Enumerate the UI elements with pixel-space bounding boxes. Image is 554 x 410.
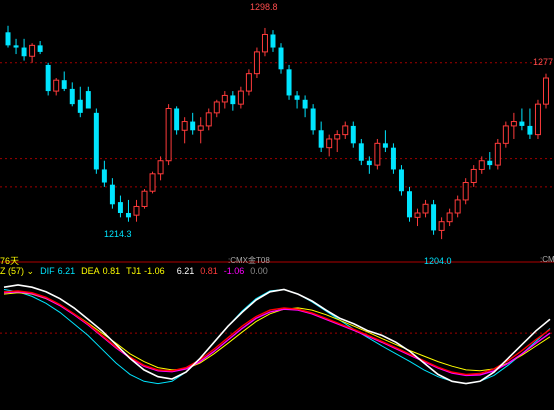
candle-body <box>125 212 131 218</box>
dea-value: 0.81 <box>102 266 121 276</box>
candle-body <box>334 134 341 140</box>
candle-body <box>519 121 525 126</box>
candle-body <box>527 125 533 135</box>
chart-svg <box>0 0 554 405</box>
candle-body <box>510 121 517 127</box>
candle-body <box>286 69 292 96</box>
candle-body <box>502 125 509 144</box>
tj1-value: -1.06 <box>144 266 165 276</box>
candle-body <box>29 44 36 57</box>
candle-body <box>77 99 83 113</box>
candle-body <box>398 169 404 192</box>
candle-body <box>174 108 180 131</box>
candle-body <box>165 107 172 162</box>
candle-body <box>446 212 453 223</box>
chevron-down-icon[interactable]: ⌄ <box>27 266 35 277</box>
low-annotation-2: 1204.0 <box>424 256 452 266</box>
dif-label: DIF <box>40 266 55 276</box>
candle-body <box>462 182 469 201</box>
candle-body <box>431 204 437 231</box>
value-gray: 0.00 <box>250 266 268 276</box>
candle-body <box>93 112 99 170</box>
candle-body <box>213 101 220 114</box>
candle-body <box>366 160 372 166</box>
candle-body <box>157 160 164 175</box>
candle-body <box>101 169 107 183</box>
candle-body <box>69 88 75 105</box>
candle-body <box>237 90 244 105</box>
candle-body <box>358 143 364 161</box>
candle-body <box>438 221 445 231</box>
candle-body <box>422 203 429 214</box>
last-price-annotation: 1277 <box>533 57 554 67</box>
chart-area: 1298.8 1214.3 1204.0 1277 76天 :CMX金T08 :… <box>0 0 554 405</box>
candle-body <box>294 95 300 100</box>
indicator-name[interactable]: Z (57) ⌄ <box>0 266 34 277</box>
candle-body <box>197 125 204 131</box>
candle-body <box>374 142 381 166</box>
candle-body <box>53 79 60 92</box>
dif-value: 6.21 <box>57 266 76 276</box>
candle-body <box>190 121 196 131</box>
candle-body <box>318 130 324 148</box>
value-white: 6.21 <box>176 266 195 276</box>
candle-body <box>302 99 308 109</box>
high-annotation: 1298.8 <box>250 2 278 12</box>
candle-body <box>326 138 333 149</box>
candle-body <box>45 64 51 92</box>
candle-body <box>261 33 268 53</box>
value-magenta: -1.06 <box>223 266 245 276</box>
candle-body <box>470 168 477 184</box>
candle-body <box>310 108 316 131</box>
candle-body <box>390 147 396 170</box>
low-annotation-1: 1214.3 <box>104 229 132 239</box>
candle-body <box>133 205 140 216</box>
candle-body <box>270 34 276 48</box>
indicator-bar: Z (57) ⌄ DIF 6.21 DEA 0.81 TJ1 -1.06 6.2… <box>0 264 268 278</box>
tj1-label: TJ1 <box>126 266 142 276</box>
candle-body <box>5 32 11 46</box>
value-red: 0.81 <box>200 266 218 276</box>
candle-body <box>21 47 27 57</box>
candle-body <box>454 199 461 214</box>
candle-body <box>85 91 91 109</box>
candle-body <box>342 125 349 136</box>
candle-body <box>487 160 493 166</box>
candle-body <box>278 47 284 70</box>
candle-body <box>141 190 148 207</box>
right-edge-label: :CM <box>540 255 554 264</box>
candle-body <box>149 173 156 192</box>
candle-body <box>542 77 549 105</box>
candle-body <box>478 160 485 170</box>
candle-body <box>534 103 541 136</box>
candle-body <box>109 184 115 205</box>
candle-body <box>414 212 421 218</box>
candle-body <box>61 80 67 89</box>
background <box>0 0 554 405</box>
candle-body <box>253 51 260 75</box>
candle-body <box>406 191 412 218</box>
candle-body <box>13 45 19 48</box>
candle-body <box>205 112 212 127</box>
candle-body <box>245 73 252 92</box>
dea-label: DEA <box>81 266 100 276</box>
candle-body <box>382 143 388 148</box>
candle-body <box>494 142 501 166</box>
candle-body <box>350 125 356 144</box>
candle-body <box>117 202 123 213</box>
candle-body <box>221 94 228 103</box>
candle-body <box>181 121 188 131</box>
candle-body <box>230 95 236 105</box>
candle-body <box>37 45 43 52</box>
